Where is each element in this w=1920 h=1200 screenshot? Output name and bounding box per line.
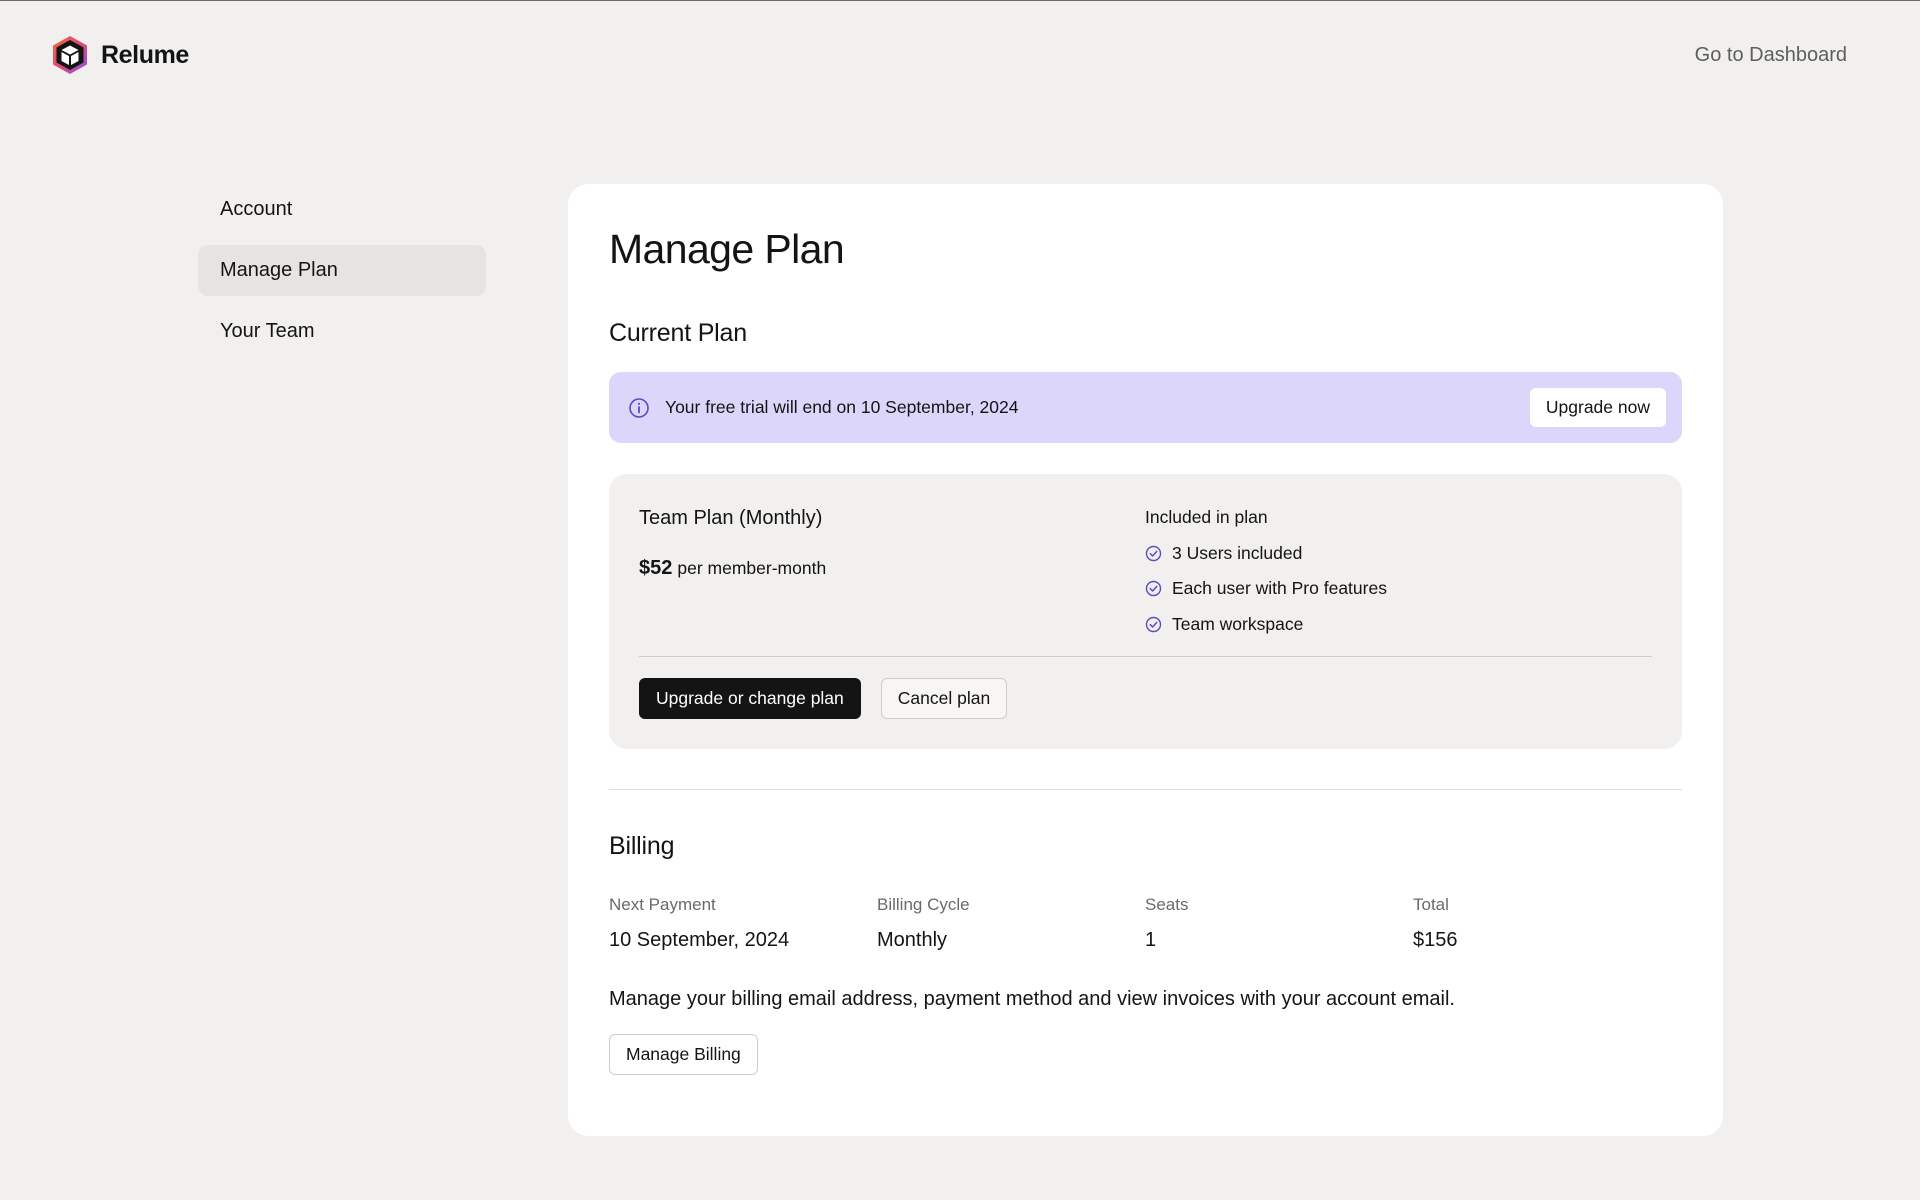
billing-heading: Billing [609, 832, 675, 861]
plan-details: Team Plan (Monthly) $52 per member-month… [609, 474, 1682, 750]
go-to-dashboard-link[interactable]: Go to Dashboard [1695, 44, 1847, 67]
cancel-plan-button[interactable]: Cancel plan [880, 678, 1008, 720]
current-plan-heading: Current Plan [609, 319, 747, 348]
brand[interactable]: Relume [51, 35, 189, 75]
relume-logo-icon [53, 36, 87, 74]
feature-text: Team workspace [1172, 613, 1304, 634]
feature-item: 3 Users included [1145, 542, 1387, 564]
trial-banner: Your free trial will end on 10 September… [609, 372, 1682, 444]
sidebar-item-account[interactable]: Account [198, 184, 486, 235]
billing-label: Total [1413, 895, 1449, 915]
billing-value: 1 [1145, 929, 1157, 952]
check-circle-icon [1145, 580, 1162, 597]
upgrade-or-change-plan-button[interactable]: Upgrade or change plan [639, 678, 861, 720]
sidebar-item-your-team[interactable]: Your Team [198, 306, 486, 357]
feature-item: Each user with Pro features [1145, 578, 1387, 600]
billing-value: Monthly [877, 929, 948, 952]
plan-divider [639, 656, 1652, 658]
billing-label: Next Payment [609, 895, 716, 915]
sidebar-item-manage-plan[interactable]: Manage Plan [198, 245, 486, 296]
section-divider [609, 789, 1682, 791]
billing-note: Manage your billing email address, payme… [609, 988, 1455, 1011]
settings-sidebar: Account Manage Plan Your Team [198, 184, 486, 357]
feature-text: Each user with Pro features [1172, 578, 1387, 599]
info-icon [629, 397, 649, 418]
check-circle-icon [1145, 545, 1162, 561]
plan-name: Team Plan (Monthly) [639, 507, 823, 530]
price-unit: per member-month [677, 558, 827, 579]
billing-seats: Seats 1 [1145, 895, 1413, 952]
billing-value: $156 [1413, 929, 1458, 952]
plan-price: $52 per member-month [639, 557, 826, 580]
feature-item: Team workspace [1145, 613, 1387, 635]
check-circle-icon [1145, 616, 1162, 632]
plan-actions: Upgrade or change plan Cancel plan [639, 678, 1008, 720]
trial-message: Your free trial will end on 10 September… [665, 397, 1019, 418]
billing-label: Seats [1145, 895, 1189, 915]
included-title: Included in plan [1145, 507, 1268, 528]
upgrade-now-button[interactable]: Upgrade now [1529, 388, 1666, 428]
billing-total: Total $156 [1413, 895, 1681, 952]
billing-label: Billing Cycle [877, 895, 970, 915]
billing-value: 10 September, 2024 [609, 929, 790, 952]
manage-plan-card: Manage Plan Current Plan Your free trial… [568, 184, 1723, 1136]
feature-text: 3 Users included [1172, 542, 1303, 563]
billing-summary: Next Payment 10 September, 2024 Billing … [609, 895, 1682, 952]
manage-billing-button[interactable]: Manage Billing [609, 1034, 758, 1076]
top-bar: Relume Go to Dashboard [0, 1, 1920, 111]
price-amount: $52 [639, 557, 673, 580]
included-features: Included in plan 3 Users included Each u… [1145, 507, 1387, 649]
brand-name: Relume [101, 40, 189, 69]
billing-cycle: Billing Cycle Monthly [877, 895, 1145, 952]
page-title: Manage Plan [609, 226, 845, 272]
billing-next-payment: Next Payment 10 September, 2024 [609, 895, 877, 952]
